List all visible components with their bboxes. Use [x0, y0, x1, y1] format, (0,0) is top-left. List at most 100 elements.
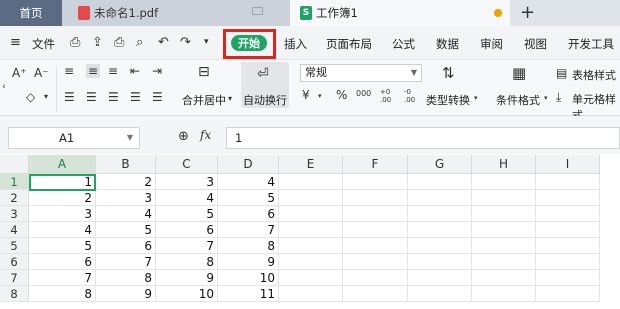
- cell-h2[interactable]: [472, 190, 536, 206]
- cell-g5[interactable]: [408, 238, 472, 254]
- cell-a4[interactable]: 4: [29, 222, 96, 238]
- cell-c3[interactable]: 5: [156, 206, 218, 222]
- cell-i1[interactable]: [536, 174, 600, 190]
- column-header-d[interactable]: D: [218, 155, 279, 174]
- cell-f2[interactable]: [343, 190, 408, 206]
- eraser-dropdown-icon[interactable]: ▾: [44, 92, 48, 101]
- select-all-corner[interactable]: [0, 155, 29, 174]
- cell-i5[interactable]: [536, 238, 600, 254]
- row-header-5[interactable]: 5: [0, 238, 29, 254]
- monitor-icon[interactable]: [252, 7, 263, 15]
- undo-icon[interactable]: ↶: [158, 35, 169, 50]
- tab-workbook[interactable]: S 工作簿1: [290, 0, 510, 26]
- cell-a6[interactable]: 6: [29, 254, 96, 270]
- align-middle-icon[interactable]: ≡: [86, 64, 101, 78]
- cell-i7[interactable]: [536, 270, 600, 286]
- cell-b3[interactable]: 4: [96, 206, 156, 222]
- align-right-icon[interactable]: ☰: [108, 90, 119, 104]
- menu-dev-tools[interactable]: 开发工具: [568, 36, 614, 52]
- tab-home[interactable]: 首页: [0, 0, 62, 26]
- increase-decimal-button[interactable]: +0 .00: [380, 88, 398, 104]
- align-bottom-icon[interactable]: ≡: [108, 64, 118, 78]
- row-header-3[interactable]: 3: [0, 206, 29, 222]
- name-box[interactable]: A1 ▼: [8, 127, 140, 149]
- cell-e8[interactable]: [279, 286, 343, 302]
- column-header-b[interactable]: B: [96, 155, 156, 174]
- cell-g6[interactable]: [408, 254, 472, 270]
- cell-f6[interactable]: [343, 254, 408, 270]
- cell-h1[interactable]: [472, 174, 536, 190]
- cell-i3[interactable]: [536, 206, 600, 222]
- font-shrink-icon[interactable]: A⁻: [34, 66, 49, 80]
- menu-insert[interactable]: 插入: [284, 36, 307, 52]
- zoom-search-icon[interactable]: ⊕: [178, 129, 189, 144]
- column-header-i[interactable]: I: [536, 155, 600, 174]
- table-style-icon[interactable]: ▤: [556, 66, 567, 80]
- column-header-h[interactable]: H: [472, 155, 536, 174]
- cell-e4[interactable]: [279, 222, 343, 238]
- cell-a3[interactable]: 3: [29, 206, 96, 222]
- menu-review[interactable]: 审阅: [480, 36, 503, 52]
- auto-wrap-button[interactable]: ⏎ 自动换行: [241, 62, 289, 108]
- cell-d8[interactable]: 11: [218, 286, 279, 302]
- cell-g1[interactable]: [408, 174, 472, 190]
- cell-i4[interactable]: [536, 222, 600, 238]
- cell-g7[interactable]: [408, 270, 472, 286]
- print-icon[interactable]: ⎙: [114, 35, 124, 50]
- type-convert-button[interactable]: 类型转换: [426, 92, 470, 108]
- new-tab-plus-icon[interactable]: +: [520, 2, 535, 23]
- cell-b8[interactable]: 9: [96, 286, 156, 302]
- cell-e7[interactable]: [279, 270, 343, 286]
- menu-formula[interactable]: 公式: [392, 36, 415, 52]
- redo-icon[interactable]: ↷: [180, 35, 191, 50]
- indent-increase-icon[interactable]: ⇥: [152, 64, 162, 78]
- cell-c6[interactable]: 8: [156, 254, 218, 270]
- cell-b7[interactable]: 8: [96, 270, 156, 286]
- export-icon[interactable]: ⇪: [92, 35, 103, 50]
- cell-h4[interactable]: [472, 222, 536, 238]
- row-header-1[interactable]: 1: [0, 174, 29, 190]
- save-icon[interactable]: ⎙: [70, 35, 80, 50]
- cell-i2[interactable]: [536, 190, 600, 206]
- menu-view[interactable]: 视图: [524, 36, 547, 52]
- currency-button[interactable]: ¥: [302, 88, 310, 102]
- row-header-4[interactable]: 4: [0, 222, 29, 238]
- cell-f8[interactable]: [343, 286, 408, 302]
- cell-f3[interactable]: [343, 206, 408, 222]
- cell-c7[interactable]: 9: [156, 270, 218, 286]
- column-header-f[interactable]: F: [343, 155, 408, 174]
- type-convert-icon[interactable]: ⇅: [442, 64, 455, 82]
- cell-g3[interactable]: [408, 206, 472, 222]
- cell-a2[interactable]: 2: [29, 190, 96, 206]
- cell-a8[interactable]: 8: [29, 286, 96, 302]
- conditional-format-dropdown-icon[interactable]: ▾: [544, 94, 548, 102]
- cell-b5[interactable]: 6: [96, 238, 156, 254]
- cell-c1[interactable]: 3: [156, 174, 218, 190]
- column-header-g[interactable]: G: [408, 155, 472, 174]
- cell-e1[interactable]: [279, 174, 343, 190]
- decrease-decimal-button[interactable]: -0 .00: [404, 88, 422, 104]
- spreadsheet-grid[interactable]: ABCDEFGHI1123422345334564456755678667897…: [0, 155, 620, 309]
- cell-style-icon[interactable]: ⤓: [556, 90, 561, 105]
- cell-d6[interactable]: 9: [218, 254, 279, 270]
- merge-center-button[interactable]: 合并居中: [182, 92, 226, 108]
- ribbon-scroll-left-icon[interactable]: ‹: [2, 82, 6, 92]
- thousands-button[interactable]: 000: [356, 89, 371, 98]
- cell-g4[interactable]: [408, 222, 472, 238]
- cell-g8[interactable]: [408, 286, 472, 302]
- cell-f7[interactable]: [343, 270, 408, 286]
- row-header-8[interactable]: 8: [0, 286, 29, 302]
- cell-i6[interactable]: [536, 254, 600, 270]
- column-header-c[interactable]: C: [156, 155, 218, 174]
- cell-d1[interactable]: 4: [218, 174, 279, 190]
- cell-a7[interactable]: 7: [29, 270, 96, 286]
- table-style-button[interactable]: 表格样式: [572, 67, 616, 83]
- cell-d5[interactable]: 8: [218, 238, 279, 254]
- column-header-e[interactable]: E: [279, 155, 343, 174]
- number-format-select[interactable]: 常规 ▼: [300, 64, 422, 82]
- hamburger-icon[interactable]: ≡: [10, 35, 21, 50]
- merge-center-icon[interactable]: ⊟: [198, 64, 210, 80]
- row-header-6[interactable]: 6: [0, 254, 29, 270]
- cell-h8[interactable]: [472, 286, 536, 302]
- cell-c4[interactable]: 6: [156, 222, 218, 238]
